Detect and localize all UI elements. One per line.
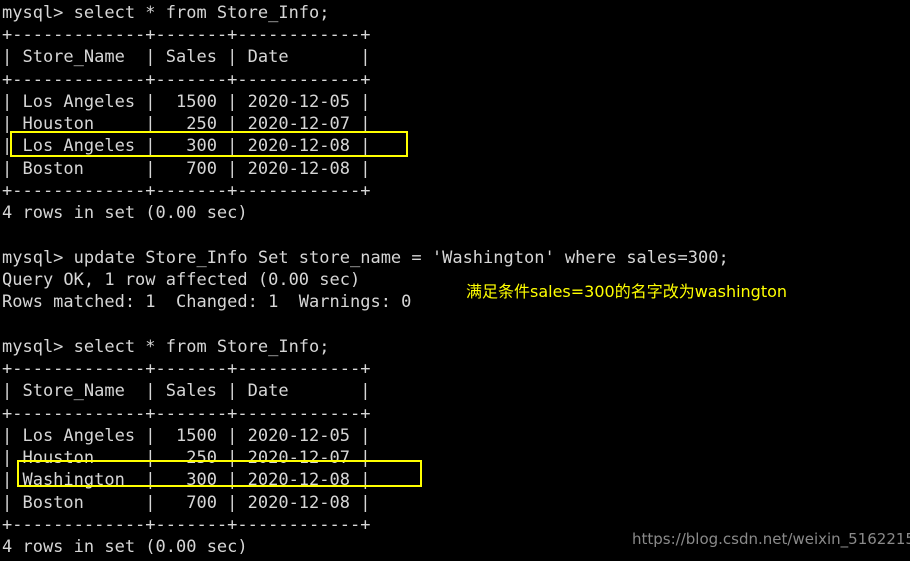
- terminal-line: +-------------+-------+------------+: [2, 515, 371, 535]
- terminal-line: | Boston | 700 | 2020-12-08 |: [2, 159, 371, 179]
- terminal-line: Rows matched: 1 Changed: 1 Warnings: 0: [2, 292, 412, 312]
- terminal-line: mysql> update Store_Info Set store_name …: [2, 248, 729, 268]
- terminal-line: 4 rows in set (0.00 sec): [2, 203, 248, 223]
- terminal-line: | Store_Name | Sales | Date |: [2, 381, 371, 401]
- terminal-line: +-------------+-------+------------+: [2, 359, 371, 379]
- terminal-line: +-------------+-------+------------+: [2, 404, 371, 424]
- terminal-line: | Los Angeles | 1500 | 2020-12-05 |: [2, 92, 371, 112]
- annotation-update-explanation: 满足条件sales=300的名字改为washington: [466, 282, 788, 301]
- terminal-line: | Store_Name | Sales | Date |: [2, 47, 371, 67]
- terminal-line: mysql> select * from Store_Info;: [2, 3, 330, 23]
- terminal-line: | Los Angeles | 300 | 2020-12-08 |: [2, 136, 371, 156]
- terminal-line: +-------------+-------+------------+: [2, 70, 371, 90]
- terminal-line: Query OK, 1 row affected (0.00 sec): [2, 270, 361, 290]
- watermark-url: https://blog.csdn.net/weixin_51622156: [632, 530, 910, 548]
- terminal-line: | Houston | 250 | 2020-12-07 |: [2, 448, 371, 468]
- terminal-line: +-------------+-------+------------+: [2, 181, 371, 201]
- terminal-line: | Boston | 700 | 2020-12-08 |: [2, 493, 371, 513]
- terminal-line: | Washington | 300 | 2020-12-08 |: [2, 470, 371, 490]
- terminal-window[interactable]: mysql> select * from Store_Info; +-------…: [0, 0, 910, 561]
- terminal-line: mysql> select * from Store_Info;: [2, 337, 330, 357]
- terminal-line: +-------------+-------+------------+: [2, 25, 371, 45]
- terminal-line: | Houston | 250 | 2020-12-07 |: [2, 114, 371, 134]
- terminal-line: 4 rows in set (0.00 sec): [2, 537, 248, 557]
- terminal-line: | Los Angeles | 1500 | 2020-12-05 |: [2, 426, 371, 446]
